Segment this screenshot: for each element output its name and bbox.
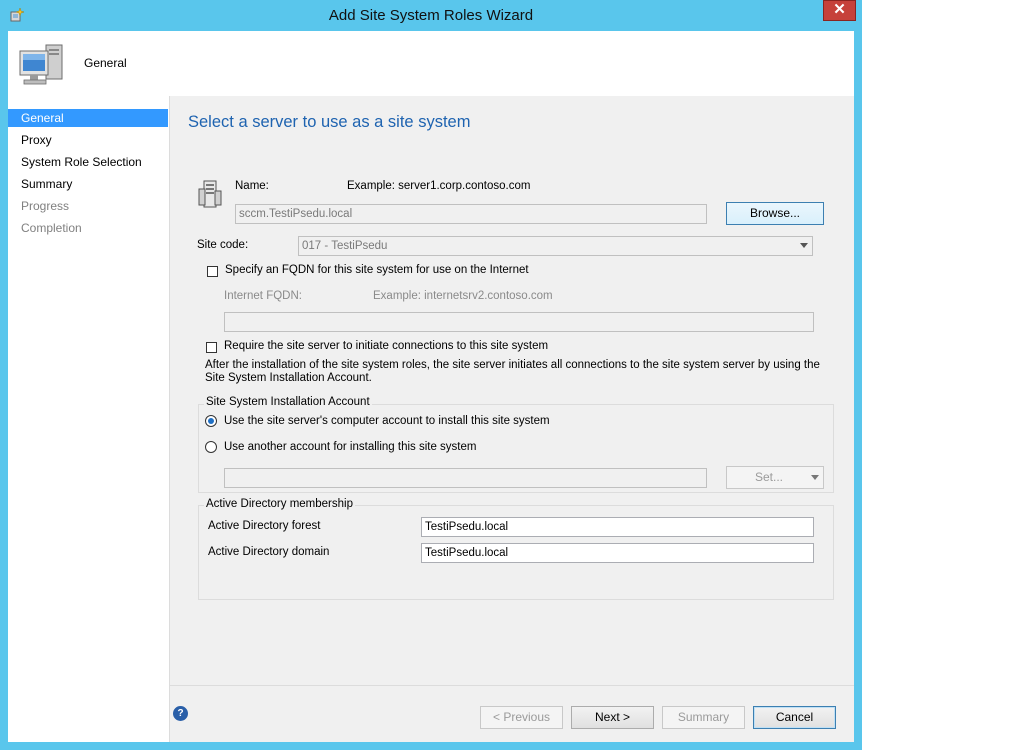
- use-computer-account-radio[interactable]: [205, 415, 217, 427]
- nav-item-proxy[interactable]: Proxy: [8, 131, 168, 149]
- ad-membership-title: Active Directory membership: [204, 498, 355, 510]
- internet-fqdn-label: Internet FQDN:: [224, 290, 302, 302]
- next-button[interactable]: Next >: [571, 706, 654, 729]
- cancel-button[interactable]: Cancel: [753, 706, 836, 729]
- server-name-field[interactable]: sccm.TestiPsedu.local: [235, 204, 707, 224]
- name-example: Example: server1.corp.contoso.com: [347, 180, 531, 192]
- nav-item-summary[interactable]: Summary: [8, 175, 168, 193]
- server-icon: [198, 180, 222, 208]
- window-title: Add Site System Roles Wizard: [328, 7, 534, 24]
- wizard-content: Select a server to use as a site system …: [170, 96, 854, 742]
- previous-button[interactable]: < Previous: [480, 706, 563, 729]
- use-computer-account-label: Use the site server's computer account t…: [224, 415, 550, 427]
- require-connection-label: Require the site server to initiate conn…: [224, 340, 549, 352]
- wizard-client-area: General General Proxy System Role Select…: [8, 31, 854, 742]
- use-another-account-radio[interactable]: [205, 441, 217, 453]
- require-connection-description: After the installation of the site syste…: [205, 359, 820, 384]
- chevron-down-icon: [800, 243, 808, 248]
- site-code-value: 017 - TestiPsedu: [302, 240, 388, 252]
- page-title: Select a server to use as a site system: [188, 113, 471, 131]
- use-another-account-label: Use another account for installing this …: [224, 441, 477, 453]
- close-button[interactable]: ✕: [823, 0, 856, 21]
- site-code-label: Site code:: [197, 239, 249, 251]
- internet-fqdn-field[interactable]: [224, 312, 814, 332]
- header-title: General: [84, 56, 127, 70]
- footer-divider: [170, 685, 854, 686]
- ad-domain-label: Active Directory domain: [208, 546, 330, 558]
- set-account-button[interactable]: Set...: [726, 466, 824, 489]
- name-label: Name:: [235, 180, 269, 192]
- wizard-nav: General Proxy System Role Selection Summ…: [8, 96, 170, 742]
- browse-button[interactable]: Browse...: [726, 202, 824, 225]
- require-connection-checkbox[interactable]: [206, 342, 217, 353]
- nav-item-progress: Progress: [21, 199, 70, 213]
- wizard-header: General: [8, 31, 854, 96]
- site-code-select[interactable]: 017 - TestiPsedu: [298, 236, 813, 256]
- help-icon[interactable]: ?: [173, 706, 188, 721]
- computer-icon: [19, 44, 63, 85]
- nav-item-general[interactable]: General: [8, 109, 168, 127]
- wizard-window: Add Site System Roles Wizard ✕ General G…: [0, 0, 862, 750]
- title-bar[interactable]: Add Site System Roles Wizard ✕: [0, 0, 862, 31]
- nav-item-completion: Completion: [21, 221, 82, 235]
- installation-account-field[interactable]: [224, 468, 707, 488]
- ad-forest-field[interactable]: TestiPsedu.local: [421, 517, 814, 537]
- installation-account-title: Site System Installation Account: [204, 396, 372, 408]
- summary-button[interactable]: Summary: [662, 706, 745, 729]
- ad-forest-label: Active Directory forest: [208, 520, 321, 532]
- dropdown-arrow-icon: [811, 475, 819, 480]
- fqdn-checkbox-label: Specify an FQDN for this site system for…: [225, 264, 529, 276]
- fqdn-checkbox[interactable]: [207, 266, 218, 277]
- nav-item-system-role-selection[interactable]: System Role Selection: [8, 153, 168, 171]
- internet-fqdn-example: Example: internetsrv2.contoso.com: [373, 290, 553, 302]
- ad-domain-field[interactable]: TestiPsedu.local: [421, 543, 814, 563]
- set-account-label: Set...: [755, 470, 784, 484]
